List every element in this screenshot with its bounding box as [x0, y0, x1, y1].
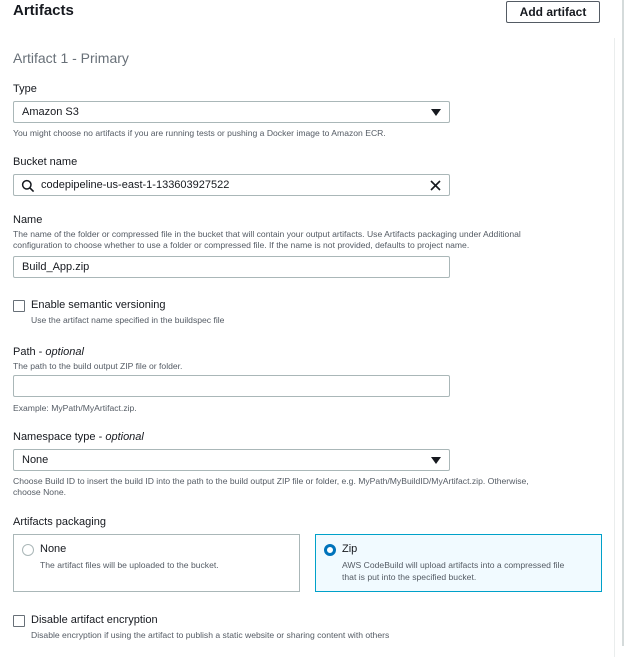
packaging-label: Artifacts packaging: [13, 516, 106, 528]
artifact-section-title: Artifact 1 - Primary: [13, 50, 129, 66]
name-desc-line2: configuration to choose whether to use a…: [13, 240, 470, 250]
name-input-value: Build_App.zip: [22, 261, 90, 273]
path-desc: The path to the build output ZIP file or…: [13, 361, 183, 371]
packaging-none-label: None: [40, 543, 67, 555]
type-select[interactable]: Amazon S3: [13, 101, 450, 123]
bucket-input-value: codepipeline-us-east-1-133603927522: [41, 179, 230, 191]
bucket-label: Bucket name: [13, 156, 78, 168]
type-label: Type: [13, 83, 37, 95]
radio-zip[interactable]: [324, 544, 336, 556]
add-artifact-button[interactable]: Add artifact: [506, 1, 600, 23]
disable-encryption-checkbox[interactable]: [13, 615, 25, 627]
search-icon: [21, 179, 35, 193]
caret-down-icon: [431, 109, 441, 116]
packaging-zip-label: Zip: [342, 543, 358, 555]
caret-down-icon: [431, 457, 441, 464]
semantic-versioning-desc: Use the artifact name specified in the b…: [31, 315, 225, 325]
packaging-option-none[interactable]: None The artifact files will be uploaded…: [13, 534, 300, 592]
packaging-option-zip[interactable]: Zip AWS CodeBuild will upload artifacts …: [315, 534, 602, 592]
name-desc-line1: The name of the folder or compressed fil…: [13, 229, 521, 239]
namespace-select-value: None: [22, 454, 49, 466]
namespace-label: Namespace type - optional: [13, 431, 144, 443]
namespace-label-optional: optional: [105, 431, 144, 443]
packaging-zip-desc-line2: that is put into the specified bucket.: [342, 572, 477, 582]
close-icon[interactable]: [429, 179, 442, 192]
page-title: Artifacts: [13, 2, 74, 19]
name-input[interactable]: Build_App.zip: [13, 256, 450, 278]
disable-encryption-label: Disable artifact encryption: [31, 614, 158, 626]
radio-none[interactable]: [22, 544, 34, 556]
semantic-versioning-label: Enable semantic versioning: [31, 299, 166, 311]
path-example: Example: MyPath/MyArtifact.zip.: [13, 403, 137, 413]
namespace-help-line1: Choose Build ID to insert the build ID i…: [13, 476, 529, 486]
disable-encryption-desc: Disable encryption if using the artifact…: [31, 630, 390, 640]
namespace-help-line2: choose None.: [13, 487, 67, 497]
packaging-zip-desc-line1: AWS CodeBuild will upload artifacts into…: [342, 560, 565, 570]
packaging-none-desc: The artifact files will be uploaded to t…: [40, 560, 219, 570]
path-input[interactable]: [13, 375, 450, 397]
path-label-text: Path -: [13, 346, 46, 358]
semantic-versioning-checkbox[interactable]: [13, 300, 25, 312]
type-select-value: Amazon S3: [22, 106, 79, 118]
path-label: Path - optional: [13, 346, 84, 358]
name-label: Name: [13, 214, 43, 226]
artifacts-header: Artifacts Add artifact: [0, 0, 622, 38]
namespace-label-text: Namespace type -: [13, 431, 106, 443]
bucket-input[interactable]: codepipeline-us-east-1-133603927522: [13, 174, 450, 196]
path-label-optional: optional: [45, 346, 84, 358]
namespace-select[interactable]: None: [13, 449, 450, 471]
type-help: You might choose no artifacts if you are…: [13, 128, 386, 138]
